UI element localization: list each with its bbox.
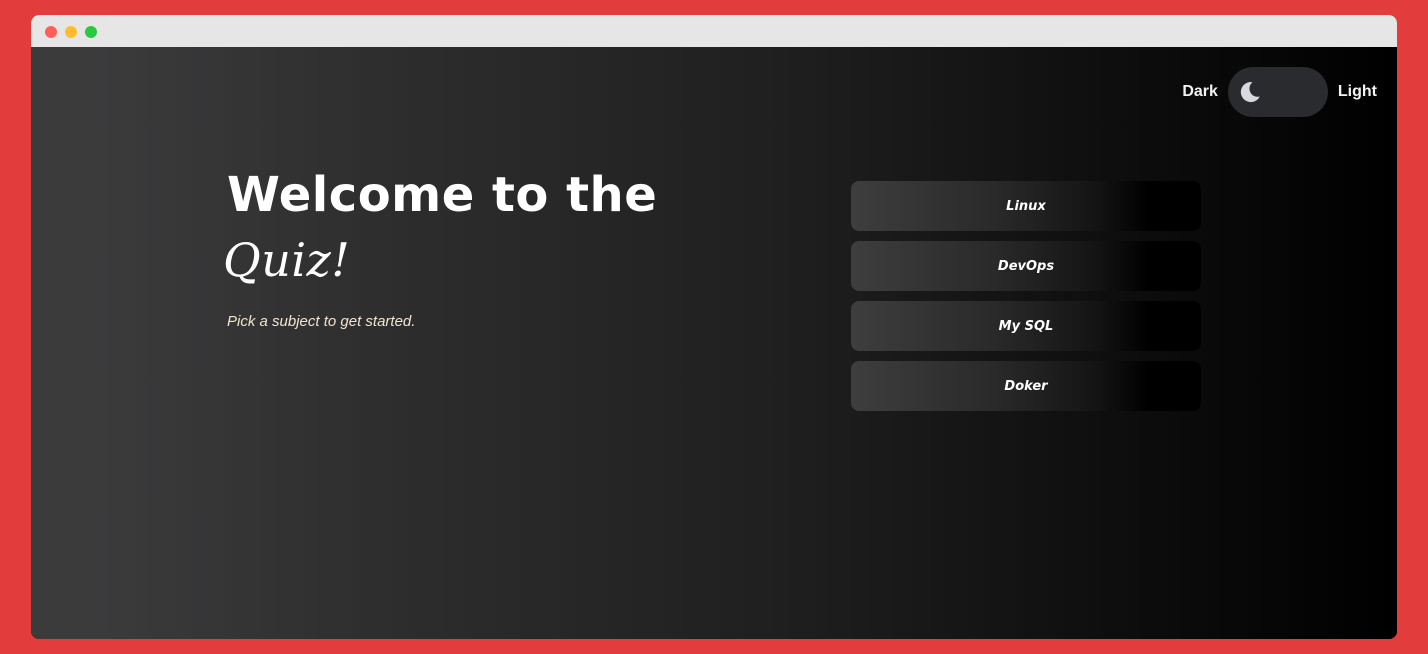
welcome-section: Welcome to the Quiz! Pick a subject to g… xyxy=(223,165,687,330)
theme-toggle: Dark Light xyxy=(1182,67,1377,117)
subject-button-linux[interactable]: Linux xyxy=(851,181,1201,231)
browser-window: Dark Light Welcome to the Quiz! Pick a s… xyxy=(31,15,1397,639)
dark-label: Dark xyxy=(1182,83,1218,100)
title-line-welcome: Welcome to the xyxy=(227,167,658,223)
theme-switch[interactable] xyxy=(1227,67,1328,117)
subject-button-mysql[interactable]: My SQL xyxy=(851,301,1201,351)
page-subtitle: Pick a subject to get started. xyxy=(227,313,416,330)
maximize-window-icon[interactable] xyxy=(85,26,97,38)
subject-button-devops[interactable]: DevOps xyxy=(851,241,1201,291)
page-content: Dark Light Welcome to the Quiz! Pick a s… xyxy=(31,47,1397,639)
page-title: Welcome to the Quiz! xyxy=(223,165,687,291)
moon-icon xyxy=(1240,82,1260,103)
close-window-icon[interactable] xyxy=(45,26,57,38)
window-titlebar xyxy=(31,15,1397,47)
subject-list: Linux DevOps My SQL Doker xyxy=(851,181,1201,421)
title-line-quiz: Quiz! xyxy=(223,233,351,287)
minimize-window-icon[interactable] xyxy=(65,26,77,38)
subject-button-doker[interactable]: Doker xyxy=(851,361,1201,411)
light-label: Light xyxy=(1337,83,1377,100)
